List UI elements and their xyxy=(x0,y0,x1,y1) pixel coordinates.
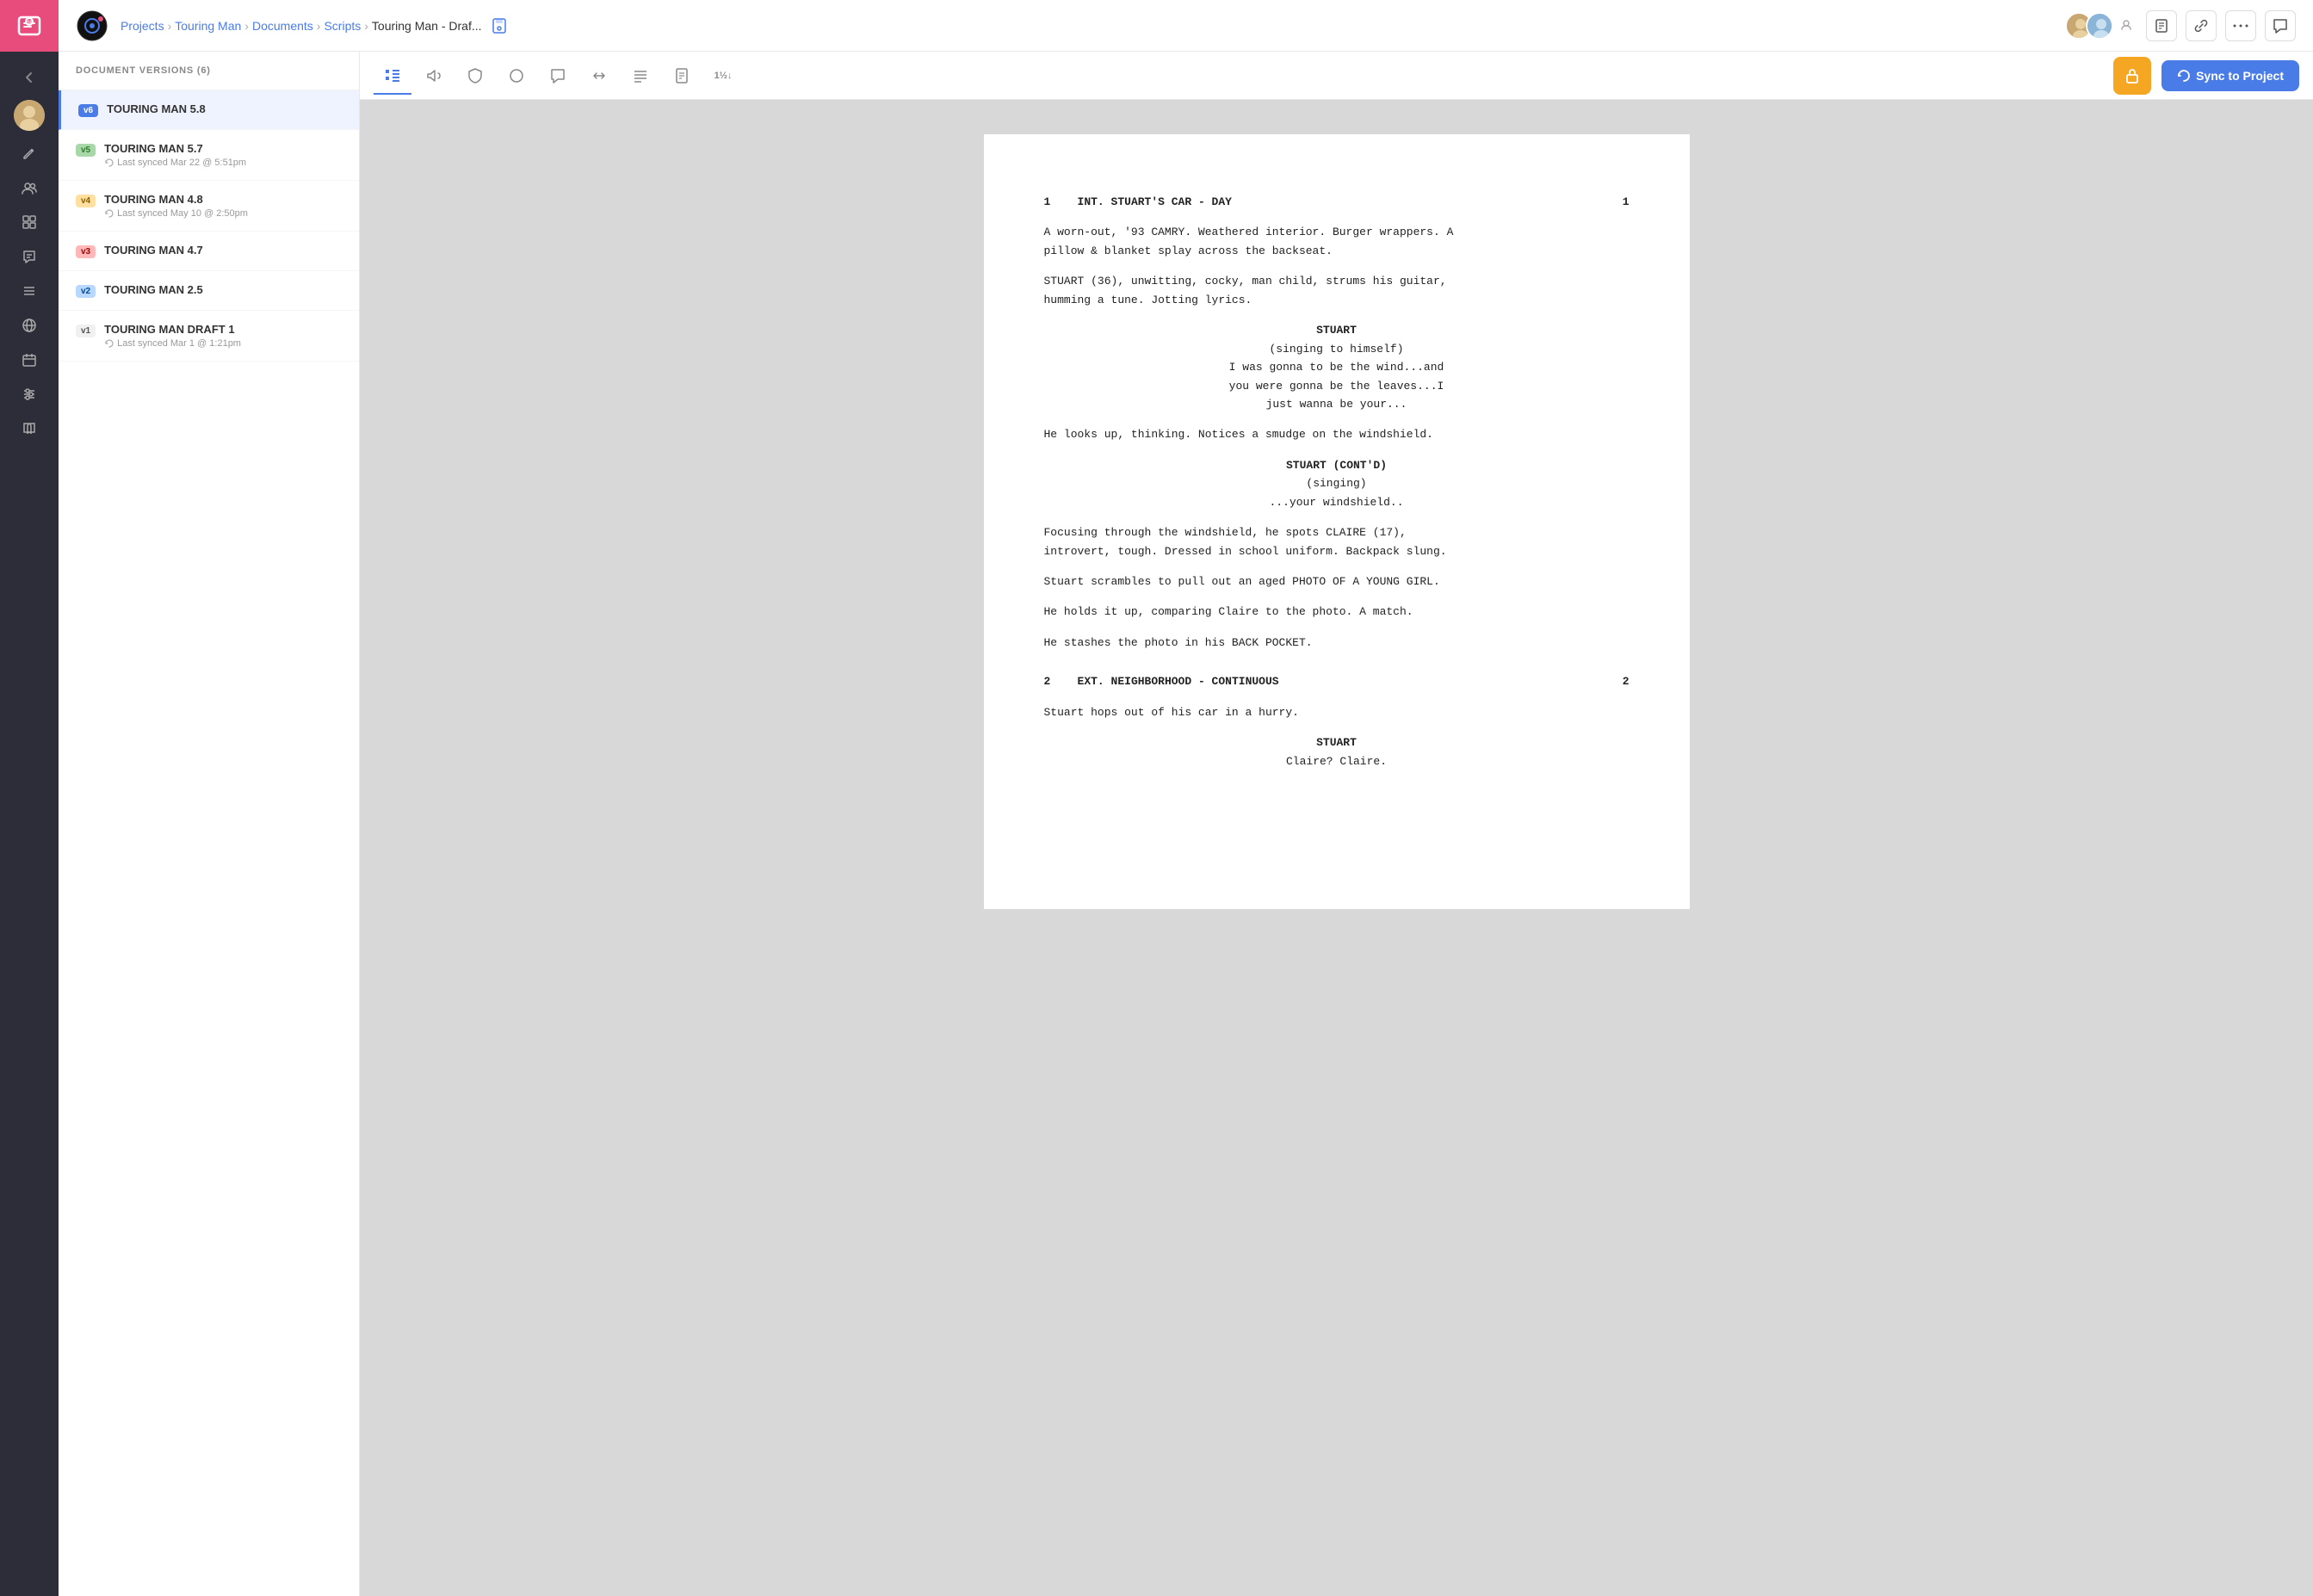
more-options-button[interactable] xyxy=(2225,10,2256,41)
dialogue-lines-1: I was gonna to be the wind...andyou were… xyxy=(1044,358,1630,413)
dialogue-lines-3: Claire? Claire. xyxy=(1044,752,1630,770)
version-name-v4: TOURING MAN 4.8 xyxy=(104,193,248,206)
dialogue-lines-2: ...your windshield.. xyxy=(1044,493,1630,511)
save-status-icon xyxy=(491,17,508,34)
version-badge-v1: v1 xyxy=(76,325,96,337)
version-name-v1: TOURING MAN DRAFT 1 xyxy=(104,323,241,336)
chat-toolbar-btn[interactable] xyxy=(539,57,577,95)
scene-1-action-3: He looks up, thinking. Notices a smudge … xyxy=(1044,425,1630,443)
shield-toolbar-btn[interactable] xyxy=(456,57,494,95)
svg-text:SB: SB xyxy=(27,21,34,26)
scene-1-dialogue-1: STUART (singing to himself) I was gonna … xyxy=(1044,321,1630,413)
breadcrumb-projects[interactable]: Projects xyxy=(121,19,164,33)
book-icon[interactable] xyxy=(14,413,45,444)
sliders-icon[interactable] xyxy=(14,379,45,410)
export-pdf-button[interactable] xyxy=(2146,10,2177,41)
chat-button[interactable] xyxy=(2265,10,2296,41)
breadcrumb-sep3: › xyxy=(317,19,321,33)
version-name-v2: TOURING MAN 2.5 xyxy=(104,283,203,296)
nav-logo xyxy=(76,9,108,42)
scenes-toolbar-btn[interactable] xyxy=(374,57,411,95)
scene-2-heading: 2 EXT. NEIGHBORHOOD - CONTINUOUS 2 xyxy=(1044,672,1630,690)
version-name-v5: TOURING MAN 5.7 xyxy=(104,142,246,155)
list-icon[interactable] xyxy=(14,275,45,306)
version-item-v5[interactable]: v5 TOURING MAN 5.7 Last synced Mar 22 @ … xyxy=(59,130,359,181)
version-sync-v1: Last synced Mar 1 @ 1:21pm xyxy=(104,338,241,349)
boards-icon[interactable] xyxy=(14,207,45,238)
user-avatar[interactable] xyxy=(14,100,45,131)
scene-2-action-1: Stuart hops out of his car in a hurry. xyxy=(1044,703,1630,721)
circle-toolbar-btn[interactable] xyxy=(498,57,535,95)
number-toolbar-btn[interactable]: 1½↓ xyxy=(704,57,742,95)
version-item-v4[interactable]: v4 TOURING MAN 4.8 Last synced May 10 @ … xyxy=(59,181,359,232)
scene-1-dialogue-2: STUART (CONT'D) (singing) ...your windsh… xyxy=(1044,456,1630,511)
scene-2-num-right: 2 xyxy=(1623,672,1630,690)
scene-2-heading-text: EXT. NEIGHBORHOOD - CONTINUOUS xyxy=(1078,675,1279,688)
version-name-v6: TOURING MAN 5.8 xyxy=(107,102,206,115)
scene-1-heading-text: INT. STUART'S CAR - DAY xyxy=(1078,195,1232,208)
sync-to-project-button[interactable]: Sync to Project xyxy=(2161,60,2299,91)
link-button[interactable] xyxy=(2186,10,2217,41)
breadcrumb: Projects › Touring Man › Documents › Scr… xyxy=(121,19,482,33)
scene-1-action-6: He holds it up, comparing Claire to the … xyxy=(1044,603,1630,621)
version-badge-v3: v3 xyxy=(76,245,96,258)
version-badge-v5: v5 xyxy=(76,144,96,157)
version-sync-v4: Last synced May 10 @ 2:50pm xyxy=(104,208,248,219)
breadcrumb-touring-man[interactable]: Touring Man xyxy=(175,19,241,33)
parenthetical-2: (singing) xyxy=(1044,474,1630,492)
version-item-v6[interactable]: v6 TOURING MAN 5.8 xyxy=(59,90,359,130)
collaborator-avatars xyxy=(2065,12,2137,40)
scene-1-action-2: STUART (36), unwitting, cocky, man child… xyxy=(1044,272,1630,309)
users-count-icon xyxy=(2117,15,2137,36)
char-name-1: STUART xyxy=(1044,321,1630,339)
char-name-2: STUART (CONT'D) xyxy=(1044,456,1630,474)
scene-1-action-4: Focusing through the windshield, he spot… xyxy=(1044,523,1630,560)
version-name-v3: TOURING MAN 4.7 xyxy=(104,244,203,257)
breadcrumb-documents[interactable]: Documents xyxy=(252,19,313,33)
calendar-icon[interactable] xyxy=(14,344,45,375)
app-logo: SB xyxy=(0,0,59,52)
megaphone-toolbar-btn[interactable] xyxy=(415,57,453,95)
edit-icon[interactable] xyxy=(14,138,45,169)
scene-2-num-left: 2 xyxy=(1044,675,1051,688)
back-arrow-icon[interactable] xyxy=(14,62,45,93)
breadcrumb-scripts[interactable]: Scripts xyxy=(324,19,361,33)
version-sync-v5: Last synced Mar 22 @ 5:51pm xyxy=(104,158,246,168)
scene-1-action-5: Stuart scrambles to pull out an aged PHO… xyxy=(1044,572,1630,591)
scene-1-action-7: He stashes the photo in his BACK POCKET. xyxy=(1044,634,1630,652)
scene-1-action-1: A worn-out, '93 CAMRY. Weathered interio… xyxy=(1044,223,1630,260)
people-icon[interactable] xyxy=(14,172,45,203)
script-page: 1 INT. STUART'S CAR - DAY 1 A worn-out, … xyxy=(984,134,1690,909)
sidebar-header: Document Versions (6) xyxy=(59,52,359,90)
script-area[interactable]: 1 INT. STUART'S CAR - DAY 1 A worn-out, … xyxy=(360,100,2313,1596)
version-item-v2[interactable]: v2 TOURING MAN 2.5 xyxy=(59,271,359,311)
breadcrumb-current: Touring Man - Draf... xyxy=(372,19,482,33)
globe-icon[interactable] xyxy=(14,310,45,341)
comments-icon[interactable] xyxy=(14,241,45,272)
scene-2-dialogue-1: STUART Claire? Claire. xyxy=(1044,733,1630,770)
version-item-v1[interactable]: v1 TOURING MAN DRAFT 1 Last synced Mar 1… xyxy=(59,311,359,362)
breadcrumb-sep1: › xyxy=(168,19,172,33)
breadcrumb-sep2: › xyxy=(244,19,249,33)
scene-1-num-left: 1 xyxy=(1044,195,1051,208)
version-badge-v4: v4 xyxy=(76,195,96,207)
parenthetical-1: (singing to himself) xyxy=(1044,340,1630,358)
version-badge-v6: v6 xyxy=(78,104,98,117)
version-item-v3[interactable]: v3 TOURING MAN 4.7 xyxy=(59,232,359,271)
lock-button[interactable] xyxy=(2113,57,2151,95)
version-badge-v2: v2 xyxy=(76,285,96,298)
version-list: v6 TOURING MAN 5.8 v5 TOURING MAN 5.7 La… xyxy=(59,90,359,1596)
lines-toolbar-btn[interactable] xyxy=(622,57,659,95)
arrows-toolbar-btn[interactable] xyxy=(580,57,618,95)
sync-label: Sync to Project xyxy=(2196,69,2284,83)
char-name-3: STUART xyxy=(1044,733,1630,752)
scene-1-num-right: 1 xyxy=(1623,193,1630,211)
doc-toolbar-btn[interactable] xyxy=(663,57,701,95)
breadcrumb-sep4: › xyxy=(364,19,368,33)
scene-1-heading: 1 INT. STUART'S CAR - DAY 1 xyxy=(1044,193,1630,211)
